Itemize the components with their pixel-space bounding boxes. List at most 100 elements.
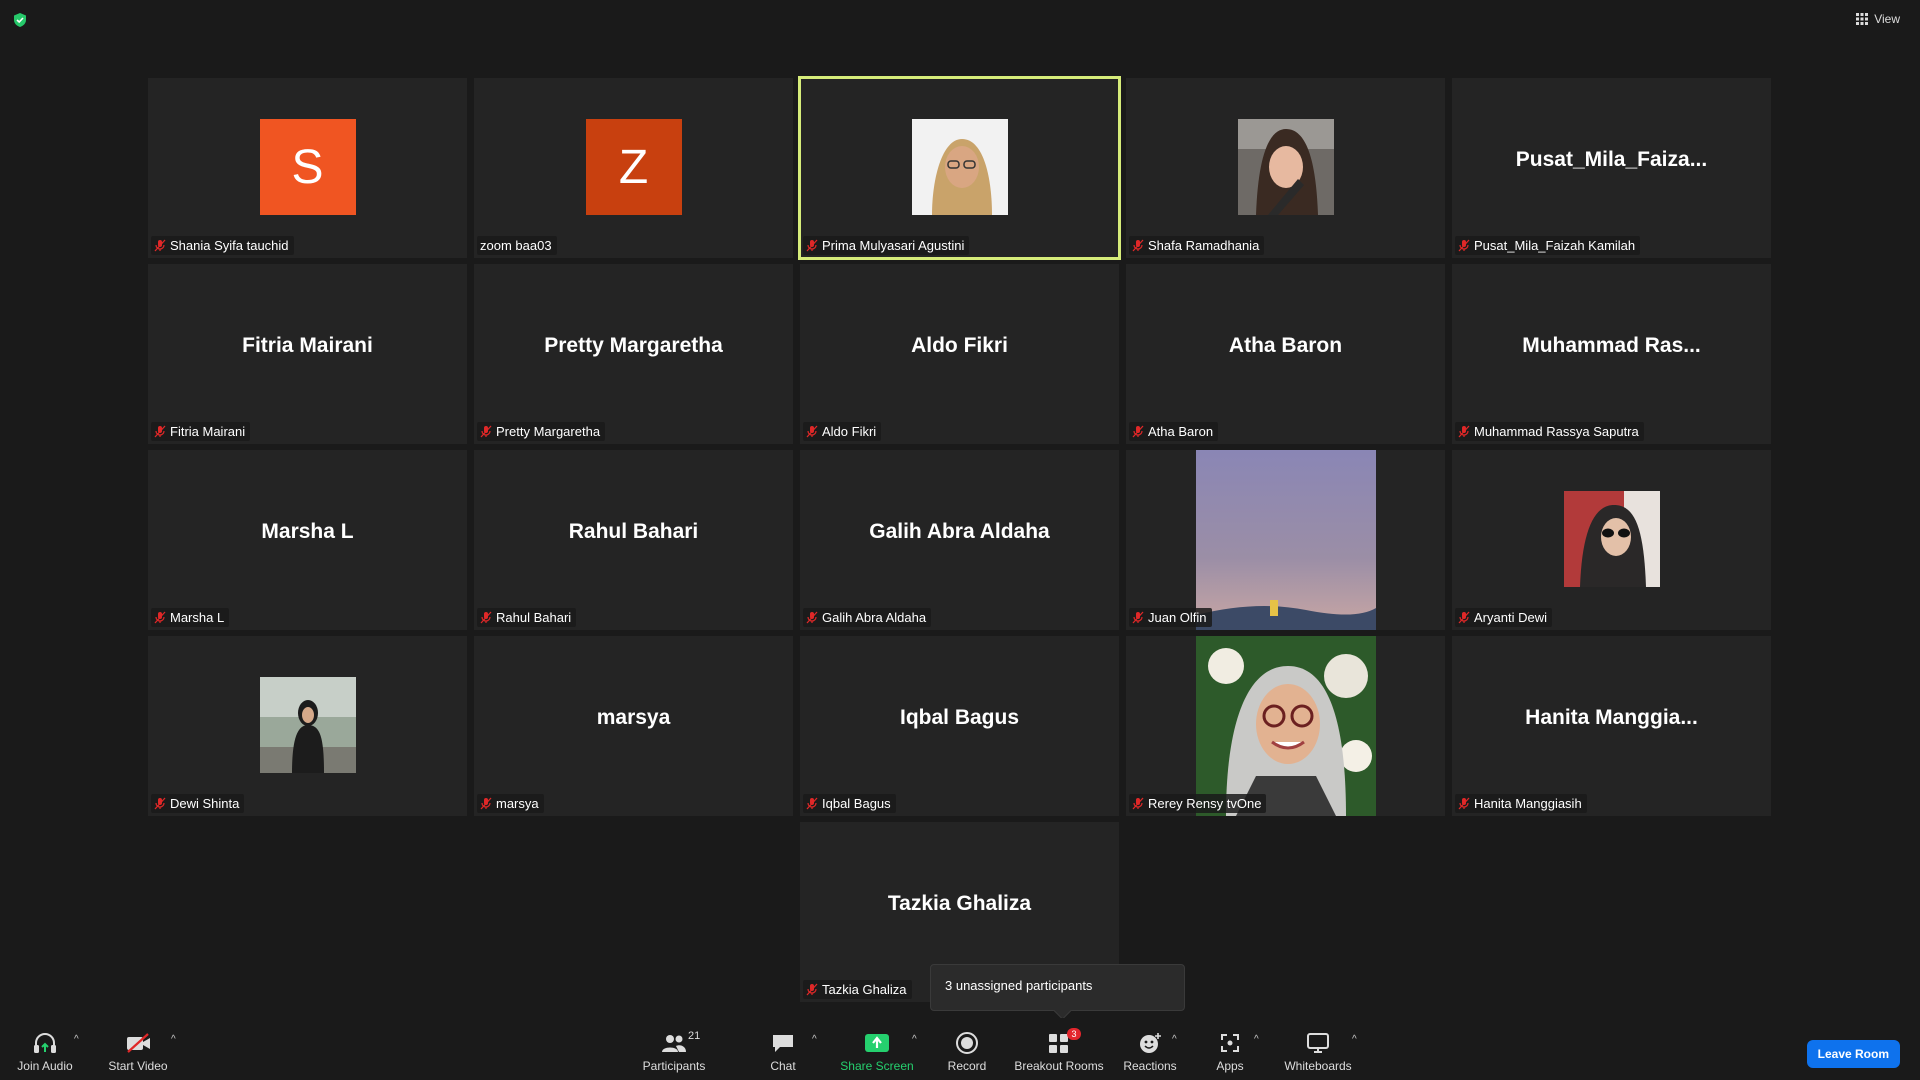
mic-muted-icon xyxy=(1458,239,1470,252)
participant-name: Dewi Shinta xyxy=(170,796,240,811)
reactions-options-caret[interactable]: ^ xyxy=(1172,1034,1177,1045)
share-screen-icon xyxy=(865,1034,889,1052)
participant-tile[interactable]: Pretty Margaretha Pretty Margaretha xyxy=(474,264,793,444)
participant-tile[interactable]: Prima Mulyasari Agustini xyxy=(798,76,1121,260)
participant-name-label: Dewi Shinta xyxy=(151,794,245,813)
breakout-rooms-badge: 3 xyxy=(1067,1028,1081,1040)
participant-name-label: Pusat_Mila_Faizah Kamilah xyxy=(1455,236,1641,255)
participant-name-label: Iqbal Bagus xyxy=(803,794,896,813)
participant-tile[interactable]: Shafa Ramadhania xyxy=(1126,78,1445,258)
profile-photo xyxy=(259,677,356,773)
whiteboards-options-caret[interactable]: ^ xyxy=(1352,1034,1357,1045)
video-off-icon xyxy=(127,1033,150,1053)
mic-muted-icon xyxy=(1458,611,1470,624)
participant-display-name: Muhammad Ras... xyxy=(1522,334,1701,357)
participant-tile[interactable]: Marsha L Marsha L xyxy=(148,450,467,630)
mic-muted-icon xyxy=(480,797,492,810)
record-button[interactable]: Record xyxy=(944,1030,990,1073)
participant-tile[interactable]: Pusat_Mila_Faiza... Pusat_Mila_Faizah Kam… xyxy=(1452,78,1771,258)
participant-tile[interactable]: marsya marsya xyxy=(474,636,793,816)
participant-name: Tazkia Ghaliza xyxy=(822,982,907,997)
participants-count: 21 xyxy=(688,1030,701,1042)
participant-name: Pusat_Mila_Faizah Kamilah xyxy=(1474,238,1636,253)
breakout-rooms-button[interactable]: 3 Breakout Rooms xyxy=(1012,1028,1106,1073)
smiley-icon xyxy=(1140,1033,1161,1053)
participant-display-name: Galih Abra Aldaha xyxy=(869,520,1050,543)
mic-muted-icon xyxy=(806,611,818,624)
participant-name: Marsha L xyxy=(170,610,225,625)
video-feed xyxy=(1196,450,1376,630)
chat-bubble-icon xyxy=(773,1035,793,1052)
video-options-caret[interactable]: ^ xyxy=(171,1034,176,1045)
participant-display-name: marsya xyxy=(596,706,671,729)
join-audio-label: Join Audio xyxy=(17,1059,73,1073)
audio-options-caret[interactable]: ^ xyxy=(74,1034,79,1045)
participant-name-label: Shania Syifa tauchid xyxy=(151,236,294,255)
profile-photo xyxy=(1563,491,1660,587)
participant-display-name: Rahul Bahari xyxy=(568,520,699,543)
participant-name-label: Rahul Bahari xyxy=(477,608,577,627)
participant-tile[interactable]: Iqbal Bagus Iqbal Bagus xyxy=(800,636,1119,816)
meeting-toolbar: Join Audio ^ Start Video ^ 21 Participan… xyxy=(0,1018,1920,1080)
avatar-letter: S xyxy=(259,119,356,215)
reactions-label: Reactions xyxy=(1123,1059,1177,1073)
apps-button[interactable]: Apps xyxy=(1210,1030,1250,1073)
participant-tile[interactable]: Hanita Manggia... Hanita Manggiasih xyxy=(1452,636,1771,816)
participant-name: marsya xyxy=(496,796,539,811)
chat-options-caret[interactable]: ^ xyxy=(812,1034,817,1045)
participant-name: Muhammad Rassya Saputra xyxy=(1474,424,1639,439)
whiteboards-button[interactable]: Whiteboards xyxy=(1282,1030,1354,1073)
mic-muted-icon xyxy=(480,425,492,438)
participant-name: Iqbal Bagus xyxy=(822,796,891,811)
mic-muted-icon xyxy=(480,611,492,624)
participants-button[interactable]: 21 Participants xyxy=(640,1030,708,1073)
participant-display-name: Pusat_Mila_Faiza... xyxy=(1515,148,1708,171)
participant-name-label: Aryanti Dewi xyxy=(1455,608,1552,627)
participant-name: Shafa Ramadhania xyxy=(1148,238,1260,253)
participant-display-name: Marsha L xyxy=(261,520,354,543)
participant-gallery: S Shania Syifa tauchid Zzoom baa03 Prima Mu… xyxy=(0,0,1920,1080)
participant-tile[interactable]: Dewi Shinta xyxy=(148,636,467,816)
start-video-label: Start Video xyxy=(108,1059,168,1073)
whiteboard-icon xyxy=(1307,1033,1329,1053)
participant-display-name: Atha Baron xyxy=(1228,334,1343,357)
leave-room-button[interactable]: Leave Room xyxy=(1806,1040,1900,1068)
participant-name-label: Aldo Fikri xyxy=(803,422,882,441)
mic-muted-icon xyxy=(806,983,818,996)
participant-display-name: Tazkia Ghaliza xyxy=(887,892,1032,915)
apps-icon xyxy=(1221,1034,1239,1052)
participant-name: Shania Syifa tauchid xyxy=(170,238,289,253)
mic-muted-icon xyxy=(154,611,166,624)
unassigned-tooltip: 3 unassigned participants xyxy=(930,964,1185,1011)
share-screen-button[interactable]: Share Screen xyxy=(840,1030,914,1073)
participant-name: Aryanti Dewi xyxy=(1474,610,1547,625)
participant-tile[interactable]: Galih Abra Aldaha Galih Abra Aldaha xyxy=(800,450,1119,630)
participant-tile[interactable]: Rerey Rensy tvOne xyxy=(1126,636,1445,816)
share-options-caret[interactable]: ^ xyxy=(912,1034,917,1045)
mic-muted-icon xyxy=(806,425,818,438)
participant-tile[interactable]: Aldo Fikri Aldo Fikri xyxy=(800,264,1119,444)
participant-name-label: zoom baa03 xyxy=(477,236,557,255)
participant-tile[interactable]: Rahul Bahari Rahul Bahari xyxy=(474,450,793,630)
participant-name: Rerey Rensy tvOne xyxy=(1148,796,1262,811)
participant-tile[interactable]: Fitria Mairani Fitria Mairani xyxy=(148,264,467,444)
mic-muted-icon xyxy=(806,239,818,252)
participant-tile[interactable]: Muhammad Ras... Muhammad Rassya Saputra xyxy=(1452,264,1771,444)
participant-display-name: Iqbal Bagus xyxy=(899,706,1020,729)
participant-tile[interactable]: Zzoom baa03 xyxy=(474,78,793,258)
participant-tile[interactable]: Juan Olfin xyxy=(1126,450,1445,630)
chat-button[interactable]: Chat xyxy=(763,1030,803,1073)
participant-tile[interactable]: S Shania Syifa tauchid xyxy=(148,78,467,258)
participant-name: Fitria Mairani xyxy=(170,424,246,439)
apps-options-caret[interactable]: ^ xyxy=(1254,1034,1259,1045)
share-screen-label: Share Screen xyxy=(840,1059,914,1073)
participant-tile[interactable]: Atha Baron Atha Baron xyxy=(1126,264,1445,444)
profile-photo xyxy=(911,119,1008,215)
participant-name-label: Atha Baron xyxy=(1129,422,1219,441)
reactions-button[interactable]: Reactions xyxy=(1122,1030,1178,1073)
mic-muted-icon xyxy=(1132,425,1144,438)
participant-tile[interactable]: Aryanti Dewi xyxy=(1452,450,1771,630)
start-video-button[interactable]: Start Video xyxy=(104,1030,172,1073)
participant-name: Hanita Manggiasih xyxy=(1474,796,1582,811)
join-audio-button[interactable]: Join Audio xyxy=(14,1030,76,1073)
